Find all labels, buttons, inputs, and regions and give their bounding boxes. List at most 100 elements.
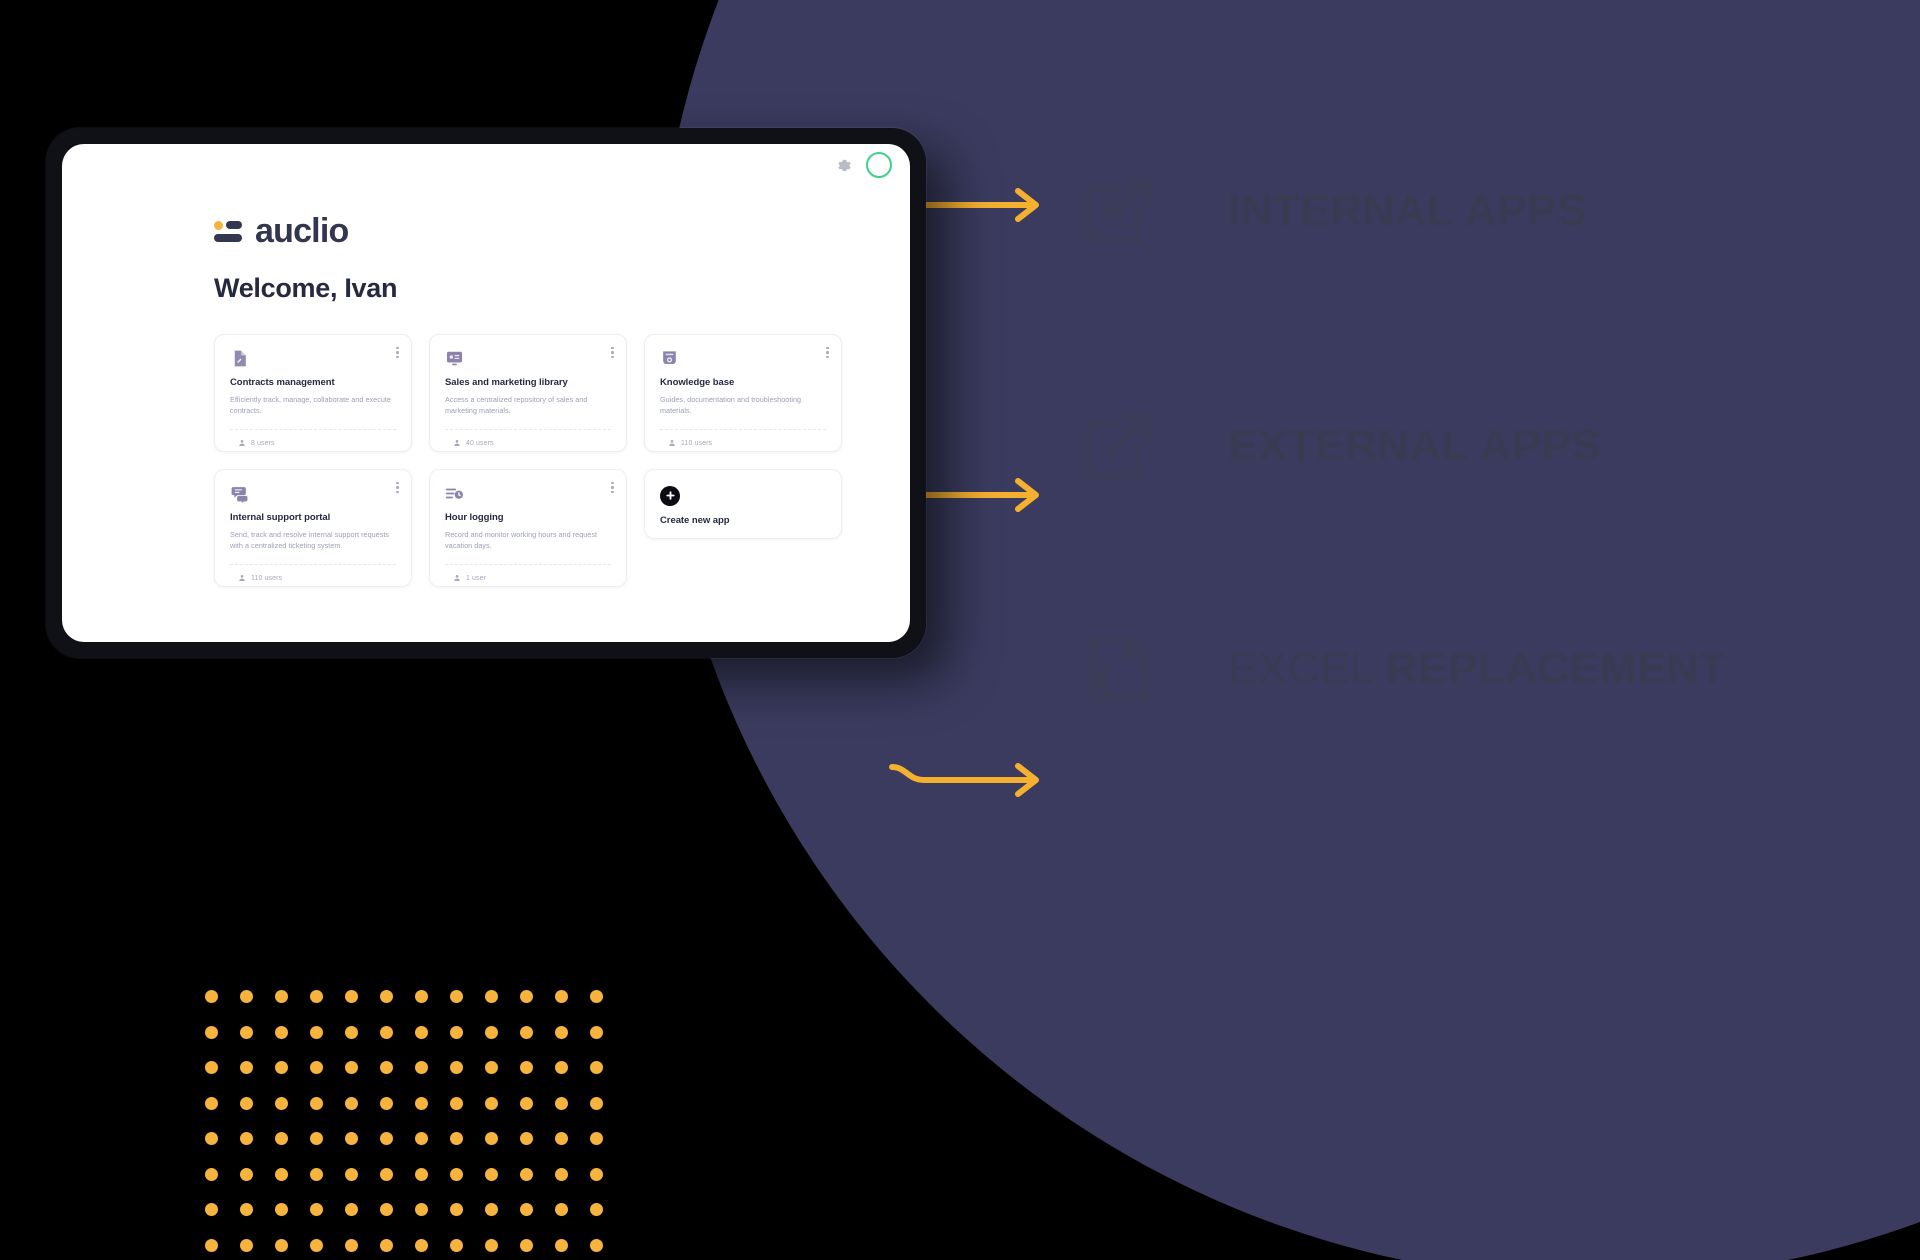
app-card-knowledge-base[interactable]: Knowledge base Guides, documentation and… [644, 333, 842, 452]
create-new-app-label: Create new app [660, 514, 730, 526]
dot [485, 1096, 498, 1110]
app-card-internal-support-portal[interactable]: Internal support portal Send, track and … [214, 468, 412, 587]
kebab-menu-icon[interactable] [611, 481, 614, 494]
brand-name: auclio [255, 212, 349, 250]
user-icon [453, 439, 461, 447]
dot [310, 1132, 323, 1145]
user-icon [238, 439, 246, 447]
app-card-title: Knowledge base [660, 376, 735, 388]
auclio-logo-mark-icon [214, 219, 242, 243]
dot [205, 1132, 218, 1145]
dot [380, 1061, 393, 1074]
dot [240, 990, 253, 1003]
app-card-description: Record and monitor working hours and req… [445, 530, 598, 551]
dot [555, 1061, 568, 1074]
dot [520, 1025, 533, 1039]
dot [345, 990, 358, 1003]
dot [590, 1203, 603, 1216]
dot [555, 1167, 568, 1181]
dot [380, 990, 393, 1003]
app-card-title: Sales and marketing library [445, 376, 568, 388]
page-root: INTERNAL APPS EXTERNAL APPS EXCEL REPLAC… [0, 0, 1920, 1260]
app-card-footer: 110 users [230, 563, 396, 586]
dot [520, 1132, 533, 1145]
dot [345, 1096, 358, 1110]
dot [275, 1061, 288, 1074]
dot [275, 1167, 288, 1181]
dot [450, 1167, 463, 1181]
dot [520, 1061, 533, 1074]
dot [240, 1203, 253, 1216]
dot [380, 1203, 393, 1216]
kebab-menu-icon[interactable] [826, 346, 829, 359]
dot [520, 990, 533, 1003]
dot [450, 1096, 463, 1110]
dot [310, 1167, 323, 1181]
dot [345, 1132, 358, 1145]
dot [485, 1167, 498, 1181]
app-content: auclio Welcome, Ivan Contracts managemen… [62, 144, 910, 642]
page-title: Welcome, Ivan [214, 273, 398, 303]
dot [380, 1132, 393, 1145]
kebab-menu-icon[interactable] [611, 346, 614, 359]
dot [205, 1025, 218, 1039]
dot [415, 1096, 428, 1110]
dot [205, 1167, 218, 1181]
dot [275, 1025, 288, 1039]
dot [415, 1025, 428, 1039]
list-clock-icon [445, 484, 464, 503]
kebab-menu-icon[interactable] [396, 346, 399, 359]
dot [415, 1167, 428, 1181]
dot [485, 1203, 498, 1216]
app-card-title: Hour logging [445, 511, 504, 523]
app-card-hour-logging[interactable]: Hour logging Record and monitor working … [429, 468, 627, 587]
dot [520, 1096, 533, 1110]
dot [450, 1061, 463, 1074]
app-card-footer: 40 users [445, 428, 611, 451]
dot [555, 1096, 568, 1110]
app-card-description: Send, track and resolve internal support… [230, 530, 390, 551]
create-new-app-card[interactable]: Create new app [644, 468, 842, 539]
kebab-menu-icon[interactable] [396, 481, 399, 494]
dot [590, 1132, 603, 1145]
app-card-user-count: 1 user [466, 574, 487, 582]
app-card-footer: 1 user [445, 563, 611, 586]
dot [345, 1025, 358, 1039]
dot [240, 1061, 253, 1074]
dot [240, 1132, 253, 1145]
dot [450, 990, 463, 1003]
app-card-contracts-management[interactable]: Contracts management Efficiently track, … [214, 333, 412, 452]
dot [240, 1238, 253, 1252]
dot [555, 990, 568, 1003]
brand-logo: auclio [214, 214, 910, 248]
dot [275, 1203, 288, 1216]
dot [415, 1132, 428, 1145]
dot [520, 1167, 533, 1181]
dot [240, 1096, 253, 1110]
dot [240, 1025, 253, 1039]
dot [380, 1025, 393, 1039]
dot [555, 1132, 568, 1145]
dot [205, 990, 218, 1003]
app-card-description: Guides, documentation and troubleshootin… [660, 395, 802, 416]
dot [450, 1238, 463, 1252]
app-card-description: Efficiently track, manage, collaborate a… [230, 395, 391, 416]
app-card-grid: Contracts management Efficiently track, … [214, 333, 910, 587]
user-icon [453, 574, 461, 582]
dot [310, 1096, 323, 1110]
dot [450, 1203, 463, 1216]
dot [345, 1061, 358, 1074]
app-card-user-count: 8 users [251, 439, 275, 447]
dot [275, 1096, 288, 1110]
decorative-dot-grid [205, 990, 625, 1260]
dot [240, 1167, 253, 1181]
plus-circle-icon [660, 485, 680, 506]
app-card-sales-and-marketing-library[interactable]: Sales and marketing library Access a cen… [429, 333, 627, 452]
dot [415, 1061, 428, 1074]
dot [275, 1132, 288, 1145]
monitor-list-icon [445, 349, 464, 368]
dot [205, 1096, 218, 1110]
dot [590, 1167, 603, 1181]
app-card-title: Contracts management [230, 376, 335, 388]
dot [380, 1167, 393, 1181]
